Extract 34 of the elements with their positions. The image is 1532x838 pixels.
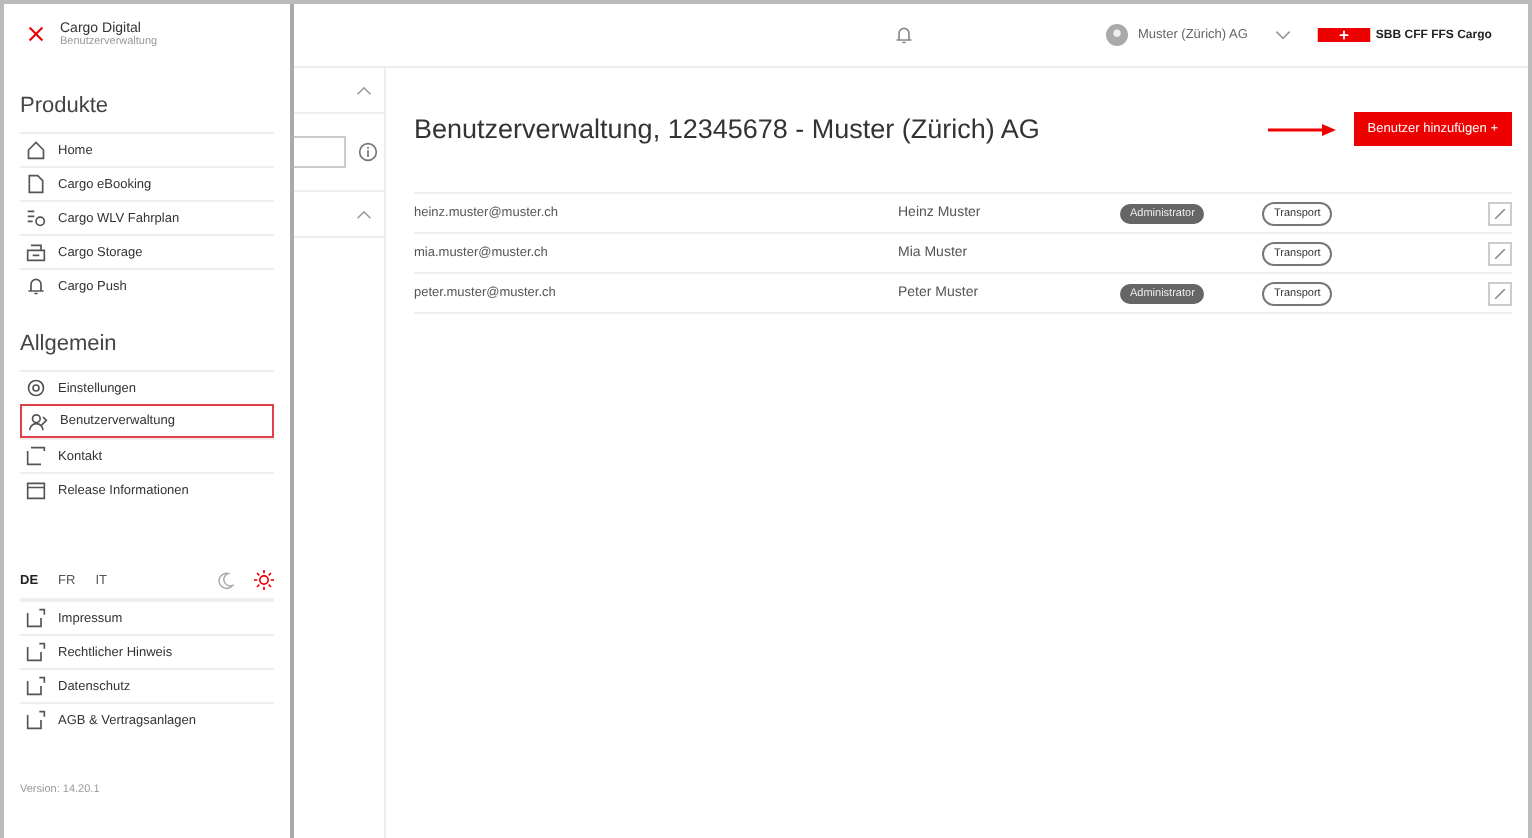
section-heading: Allgemein <box>20 330 119 360</box>
external-link-icon <box>26 608 46 628</box>
annotation-arrow <box>1267 123 1336 135</box>
edit-button[interactable] <box>1488 281 1512 305</box>
bell-icon[interactable] <box>894 24 914 46</box>
sun-icon[interactable] <box>254 570 274 590</box>
external-link-icon <box>26 642 46 662</box>
user-icon <box>28 411 48 431</box>
avatar-icon <box>1106 24 1128 46</box>
close-icon[interactable] <box>28 26 44 42</box>
chevron-down-icon[interactable] <box>1273 30 1292 40</box>
pencil-icon <box>1492 285 1508 301</box>
external-link-icon <box>26 710 46 730</box>
moon-icon[interactable] <box>216 571 234 589</box>
edit-button[interactable] <box>1488 241 1512 265</box>
external-link-icon <box>26 676 46 696</box>
gear-icon <box>26 378 46 398</box>
info-icon[interactable] <box>358 142 378 162</box>
page-title: Benutzerverwaltung, 12345678 - Muster (Zürich) AG <box>414 114 1042 144</box>
schedule-icon <box>26 208 46 228</box>
logo-icon <box>1315 28 1372 42</box>
chevron-up-icon[interactable] <box>356 85 372 95</box>
pencil-icon <box>1492 205 1508 221</box>
section-heading: Produkte <box>20 92 111 122</box>
document-icon <box>26 174 46 194</box>
bell-icon <box>26 276 46 296</box>
pencil-icon <box>1492 245 1508 261</box>
chevron-up-icon[interactable] <box>356 209 372 219</box>
external-link-icon <box>26 446 46 466</box>
edit-button[interactable] <box>1488 201 1512 225</box>
storage-icon <box>26 242 46 262</box>
home-icon <box>26 140 46 160</box>
input-field[interactable] <box>294 136 346 168</box>
window-icon <box>26 480 46 500</box>
